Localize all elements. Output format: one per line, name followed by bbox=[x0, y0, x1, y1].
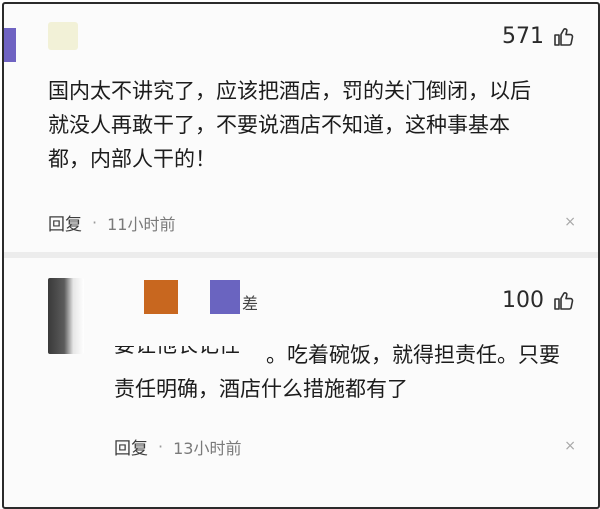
comment-item: 571 国内太不讲究了，应该把酒店，罚的关门倒闭，以后 就没人再敢干了，不要说酒… bbox=[4, 4, 598, 254]
username-fragment: 差 bbox=[242, 294, 259, 313]
like-button[interactable]: 100 bbox=[502, 288, 576, 313]
comment-item: 差 100 要让他长记性 。吃着碗饭，就得担责任。只要 责任明确，酒店什么措施都… bbox=[4, 254, 598, 507]
comment-meta: 回复 · 11小时前 bbox=[48, 210, 175, 235]
comment-meta: 回复 · 13小时前 bbox=[114, 434, 241, 459]
comment-text-tail: 。吃着碗饭，就得担责任。只要 bbox=[266, 343, 560, 367]
separator-dot: · bbox=[92, 213, 98, 232]
comment-text: 责任明确，酒店什么措施都有了 bbox=[114, 372, 572, 406]
like-count: 100 bbox=[502, 288, 544, 313]
avatar-fragment bbox=[4, 28, 16, 62]
reply-button[interactable]: 回复 bbox=[48, 210, 82, 235]
comment-list: 571 国内太不讲究了，应该把酒店，罚的关门倒闭，以后 就没人再敢干了，不要说酒… bbox=[2, 2, 600, 509]
avatar[interactable] bbox=[48, 278, 84, 354]
avatar[interactable] bbox=[48, 22, 78, 50]
close-icon[interactable]: × bbox=[564, 214, 576, 230]
thumbs-up-icon bbox=[552, 289, 576, 313]
comment-line: 国内太不讲究了，应该把酒店，罚的关门倒闭，以后 bbox=[48, 79, 531, 103]
timestamp: 13小时前 bbox=[173, 438, 242, 458]
comment-line: 都，内部人干的！ bbox=[48, 147, 216, 171]
comment-text: 国内太不讲究了，应该把酒店，罚的关门倒闭，以后 就没人再敢干了，不要说酒店不知道… bbox=[48, 74, 572, 176]
username-redaction bbox=[210, 280, 240, 314]
separator-dot: · bbox=[158, 437, 164, 456]
like-button[interactable]: 571 bbox=[502, 24, 576, 49]
reply-button[interactable]: 回复 bbox=[114, 434, 148, 459]
close-icon[interactable]: × bbox=[564, 438, 576, 454]
thumbs-up-icon bbox=[552, 25, 576, 49]
like-count: 571 bbox=[502, 24, 544, 49]
username-redaction bbox=[144, 280, 178, 314]
timestamp: 11小时前 bbox=[107, 214, 176, 234]
clipped-text: 要让他长记性 bbox=[114, 346, 274, 356]
comment-line: 责任明确，酒店什么措施都有了 bbox=[114, 377, 408, 401]
comment-line: 就没人再敢干了，不要说酒店不知道，这种事基本 bbox=[48, 113, 510, 137]
